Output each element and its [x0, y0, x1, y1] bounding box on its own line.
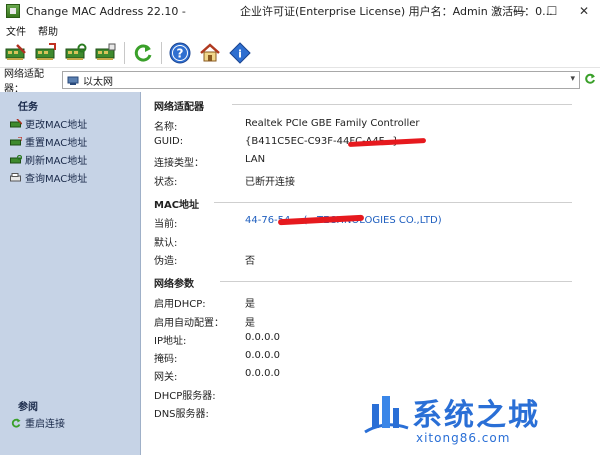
- menu-help[interactable]: 帮助: [32, 23, 64, 38]
- fake-mac-value: 否: [245, 256, 255, 267]
- connection-type-label: 连接类型：: [154, 158, 204, 169]
- section-divider: [214, 202, 572, 203]
- adapter-label: 网络适配器：: [4, 69, 44, 95]
- maximize-button[interactable]: ☐: [536, 0, 568, 22]
- about-button[interactable]: i: [228, 41, 252, 65]
- network-adapter-icon: [67, 76, 79, 85]
- adapter-refresh-button[interactable]: [584, 73, 596, 88]
- city-logo-icon: [364, 396, 409, 434]
- current-mac-label: 当前:: [154, 219, 178, 230]
- menu-file[interactable]: 文件: [0, 23, 32, 38]
- reconnect-link[interactable]: 重启连接: [10, 415, 65, 430]
- dhcp-server-label: DHCP服务器:: [154, 391, 216, 402]
- task-label: 刷新MAC地址: [25, 156, 88, 167]
- params-section-heading: 网络参数: [154, 279, 194, 290]
- mask-value: 0.0.0.0: [245, 350, 280, 361]
- mac-section-heading: MAC地址: [154, 200, 200, 211]
- task-label: 查询MAC地址: [25, 174, 88, 185]
- network-card-refresh-icon: [65, 43, 87, 60]
- query-mac-button[interactable]: [94, 41, 118, 65]
- dhcp-value: 是: [245, 299, 255, 310]
- default-mac-label: 默认:: [154, 238, 178, 249]
- network-card-edit-icon: [10, 118, 22, 127]
- toolbar: ? i: [0, 38, 600, 68]
- guid-label: GUID:: [154, 136, 184, 147]
- task-label: 重置MAC地址: [25, 138, 88, 149]
- home-button[interactable]: [198, 41, 222, 65]
- network-card-query-icon: [95, 43, 116, 60]
- task-change-mac[interactable]: 更改MAC地址: [10, 116, 87, 131]
- toolbar-separator: [124, 41, 125, 64]
- network-card-reset-icon: [10, 136, 22, 145]
- section-divider: [220, 281, 572, 282]
- name-value: Realtek PCIe GBE Family Controller: [245, 118, 420, 129]
- task-reset-mac[interactable]: 重置MAC地址: [10, 134, 87, 149]
- reload-button[interactable]: [131, 41, 155, 65]
- refresh-icon: [11, 418, 21, 428]
- section-divider: [232, 104, 572, 105]
- fake-mac-label: 伪造:: [154, 256, 178, 267]
- title-bar: Change MAC Address 22.10 - 企业许可证(Enterpr…: [0, 0, 600, 22]
- toolbar-separator: [161, 41, 162, 64]
- ip-value: 0.0.0.0: [245, 332, 280, 343]
- close-button[interactable]: ✕: [568, 0, 600, 22]
- watermark: 系统之城 xitong86.com: [360, 388, 600, 455]
- app-icon: [6, 4, 20, 18]
- status-label: 状态:: [154, 177, 178, 188]
- dns-server-label: DNS服务器:: [154, 409, 209, 420]
- task-label: 更改MAC地址: [25, 120, 88, 131]
- gateway-label: 网关:: [154, 372, 178, 383]
- autoconfig-label: 启用自动配置：: [154, 318, 224, 329]
- help-button[interactable]: ?: [168, 41, 192, 65]
- task-query-mac[interactable]: 查询MAC地址: [10, 170, 87, 185]
- reference-title: 参阅: [18, 402, 38, 413]
- adapter-select[interactable]: 以太网 ▾: [62, 71, 580, 89]
- task-panel: 任务 更改MAC地址 重置MAC地址 刷新MAC地址 查询MAC地址 参阅 重启…: [0, 92, 141, 455]
- reset-mac-button[interactable]: [34, 41, 58, 65]
- network-card-query-icon: [10, 172, 21, 181]
- adapter-section-heading: 网络适配器: [154, 102, 204, 113]
- ip-label: IP地址:: [154, 336, 187, 347]
- adapter-value: 以太网: [83, 76, 113, 88]
- autoconfig-value: 是: [245, 318, 255, 329]
- menu-bar: 文件 帮助: [0, 22, 600, 38]
- dhcp-label: 启用DHCP:: [154, 299, 206, 310]
- network-card-refresh-icon: [10, 154, 22, 163]
- refresh-icon: [134, 44, 152, 62]
- window-title: Change MAC Address 22.10 -: [26, 4, 186, 18]
- status-value: 已断开连接: [245, 177, 295, 188]
- refresh-mac-button[interactable]: [64, 41, 88, 65]
- change-mac-button[interactable]: [4, 41, 28, 65]
- name-label: 名称:: [154, 122, 178, 133]
- refresh-icon: [585, 73, 595, 84]
- network-card-reset-icon: [35, 42, 56, 60]
- home-icon: [200, 42, 220, 61]
- tasks-title: 任务: [18, 102, 38, 113]
- task-refresh-mac[interactable]: 刷新MAC地址: [10, 152, 87, 167]
- chevron-down-icon[interactable]: ▾: [570, 74, 575, 84]
- network-card-edit-icon: [5, 43, 26, 60]
- adapter-row: 网络适配器： 以太网 ▾: [0, 69, 600, 95]
- connection-type-value: LAN: [245, 154, 266, 165]
- watermark-text: 系统之城: [412, 398, 540, 433]
- info-icon: i: [229, 41, 251, 64]
- watermark-url: xitong86.com: [416, 431, 511, 445]
- svg-text:?: ?: [177, 46, 184, 60]
- minimize-button[interactable]: —: [504, 0, 536, 22]
- reconnect-label: 重启连接: [25, 419, 65, 430]
- gateway-value: 0.0.0.0: [245, 368, 280, 379]
- mask-label: 掩码:: [154, 354, 178, 365]
- question-icon: ?: [169, 42, 191, 63]
- svg-text:i: i: [238, 47, 242, 60]
